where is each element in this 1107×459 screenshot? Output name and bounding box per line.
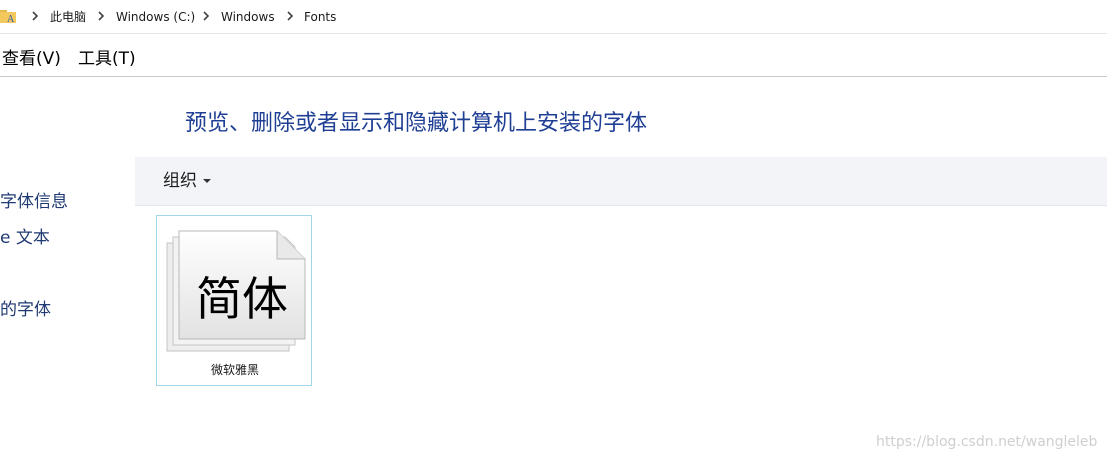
sidebar-link-text[interactable]: e 文本 bbox=[0, 227, 50, 249]
breadcrumb-item-windows[interactable]: Windows bbox=[221, 9, 275, 25]
chevron-right-icon[interactable] bbox=[97, 11, 105, 21]
sidebar-link-font-info[interactable]: 字体信息 bbox=[0, 191, 68, 213]
breadcrumb-item-this-pc[interactable]: 此电脑 bbox=[50, 9, 86, 25]
folder-icon: A bbox=[0, 10, 16, 24]
menu-view[interactable]: 查看(V) bbox=[2, 48, 61, 70]
menu-tools[interactable]: 工具(T) bbox=[78, 48, 136, 70]
font-name-label: 微软雅黑 bbox=[210, 363, 259, 377]
address-bar[interactable]: A 此电脑 Windows (C:) Windows Fonts bbox=[0, 0, 1107, 34]
menu-bar: 查看(V) 工具(T) bbox=[0, 34, 1107, 77]
chevron-right-icon bbox=[32, 11, 39, 21]
chevron-right-icon[interactable] bbox=[286, 11, 294, 21]
watermark: https://blog.csdn.net/wangleleb bbox=[876, 434, 1098, 450]
breadcrumb-item-fonts[interactable]: Fonts bbox=[304, 9, 336, 25]
breadcrumb-item-drive-c[interactable]: Windows (C:) bbox=[116, 9, 195, 25]
font-item[interactable]: 简体 微软雅黑 bbox=[156, 215, 312, 386]
caret-down-icon bbox=[203, 179, 211, 183]
chevron-right-icon[interactable] bbox=[202, 11, 210, 21]
svg-text:A: A bbox=[7, 14, 15, 24]
sidebar-link-fonts[interactable]: 的字体 bbox=[0, 299, 51, 321]
page-title: 预览、删除或者显示和隐藏计算机上安装的字体 bbox=[185, 111, 648, 136]
font-file-icon: 简体 bbox=[166, 230, 306, 352]
organize-button[interactable]: 组织 bbox=[163, 169, 211, 193]
organize-label: 组织 bbox=[163, 171, 197, 191]
font-preview-text: 简体 bbox=[196, 272, 288, 326]
command-toolbar: 组织 bbox=[135, 157, 1107, 206]
